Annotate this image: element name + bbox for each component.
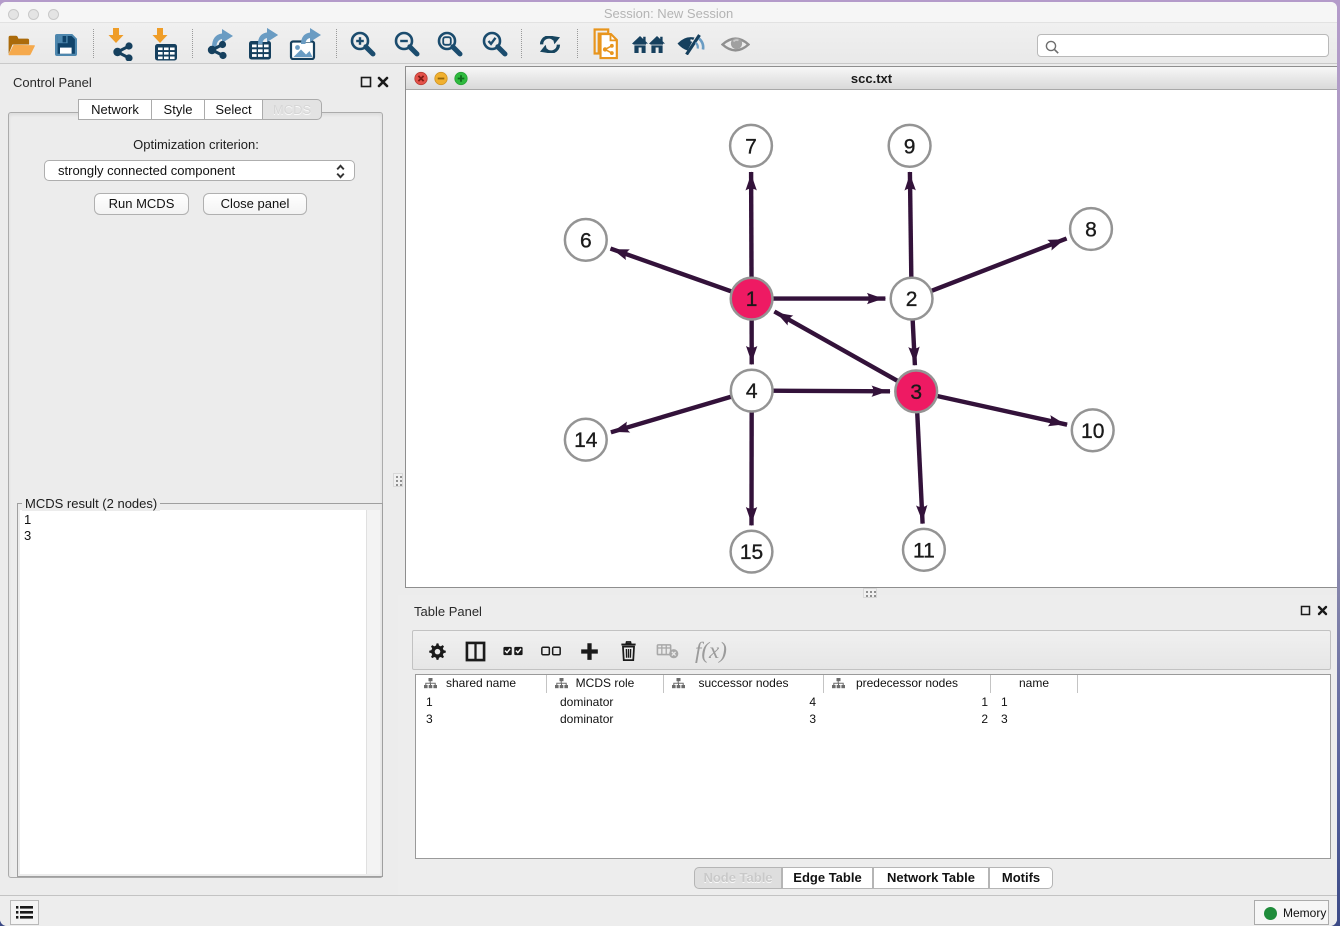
svg-text:4: 4 xyxy=(746,380,758,403)
svg-text:14: 14 xyxy=(574,429,598,452)
svg-text:10: 10 xyxy=(1081,420,1104,443)
svg-text:11: 11 xyxy=(913,539,935,562)
svg-text:1: 1 xyxy=(746,288,758,311)
svg-text:3: 3 xyxy=(910,381,922,404)
svg-text:2: 2 xyxy=(906,288,918,311)
svg-text:6: 6 xyxy=(580,229,592,252)
svg-text:8: 8 xyxy=(1085,219,1097,242)
svg-text:7: 7 xyxy=(745,135,757,158)
svg-text:9: 9 xyxy=(904,135,916,158)
svg-text:15: 15 xyxy=(740,541,763,564)
